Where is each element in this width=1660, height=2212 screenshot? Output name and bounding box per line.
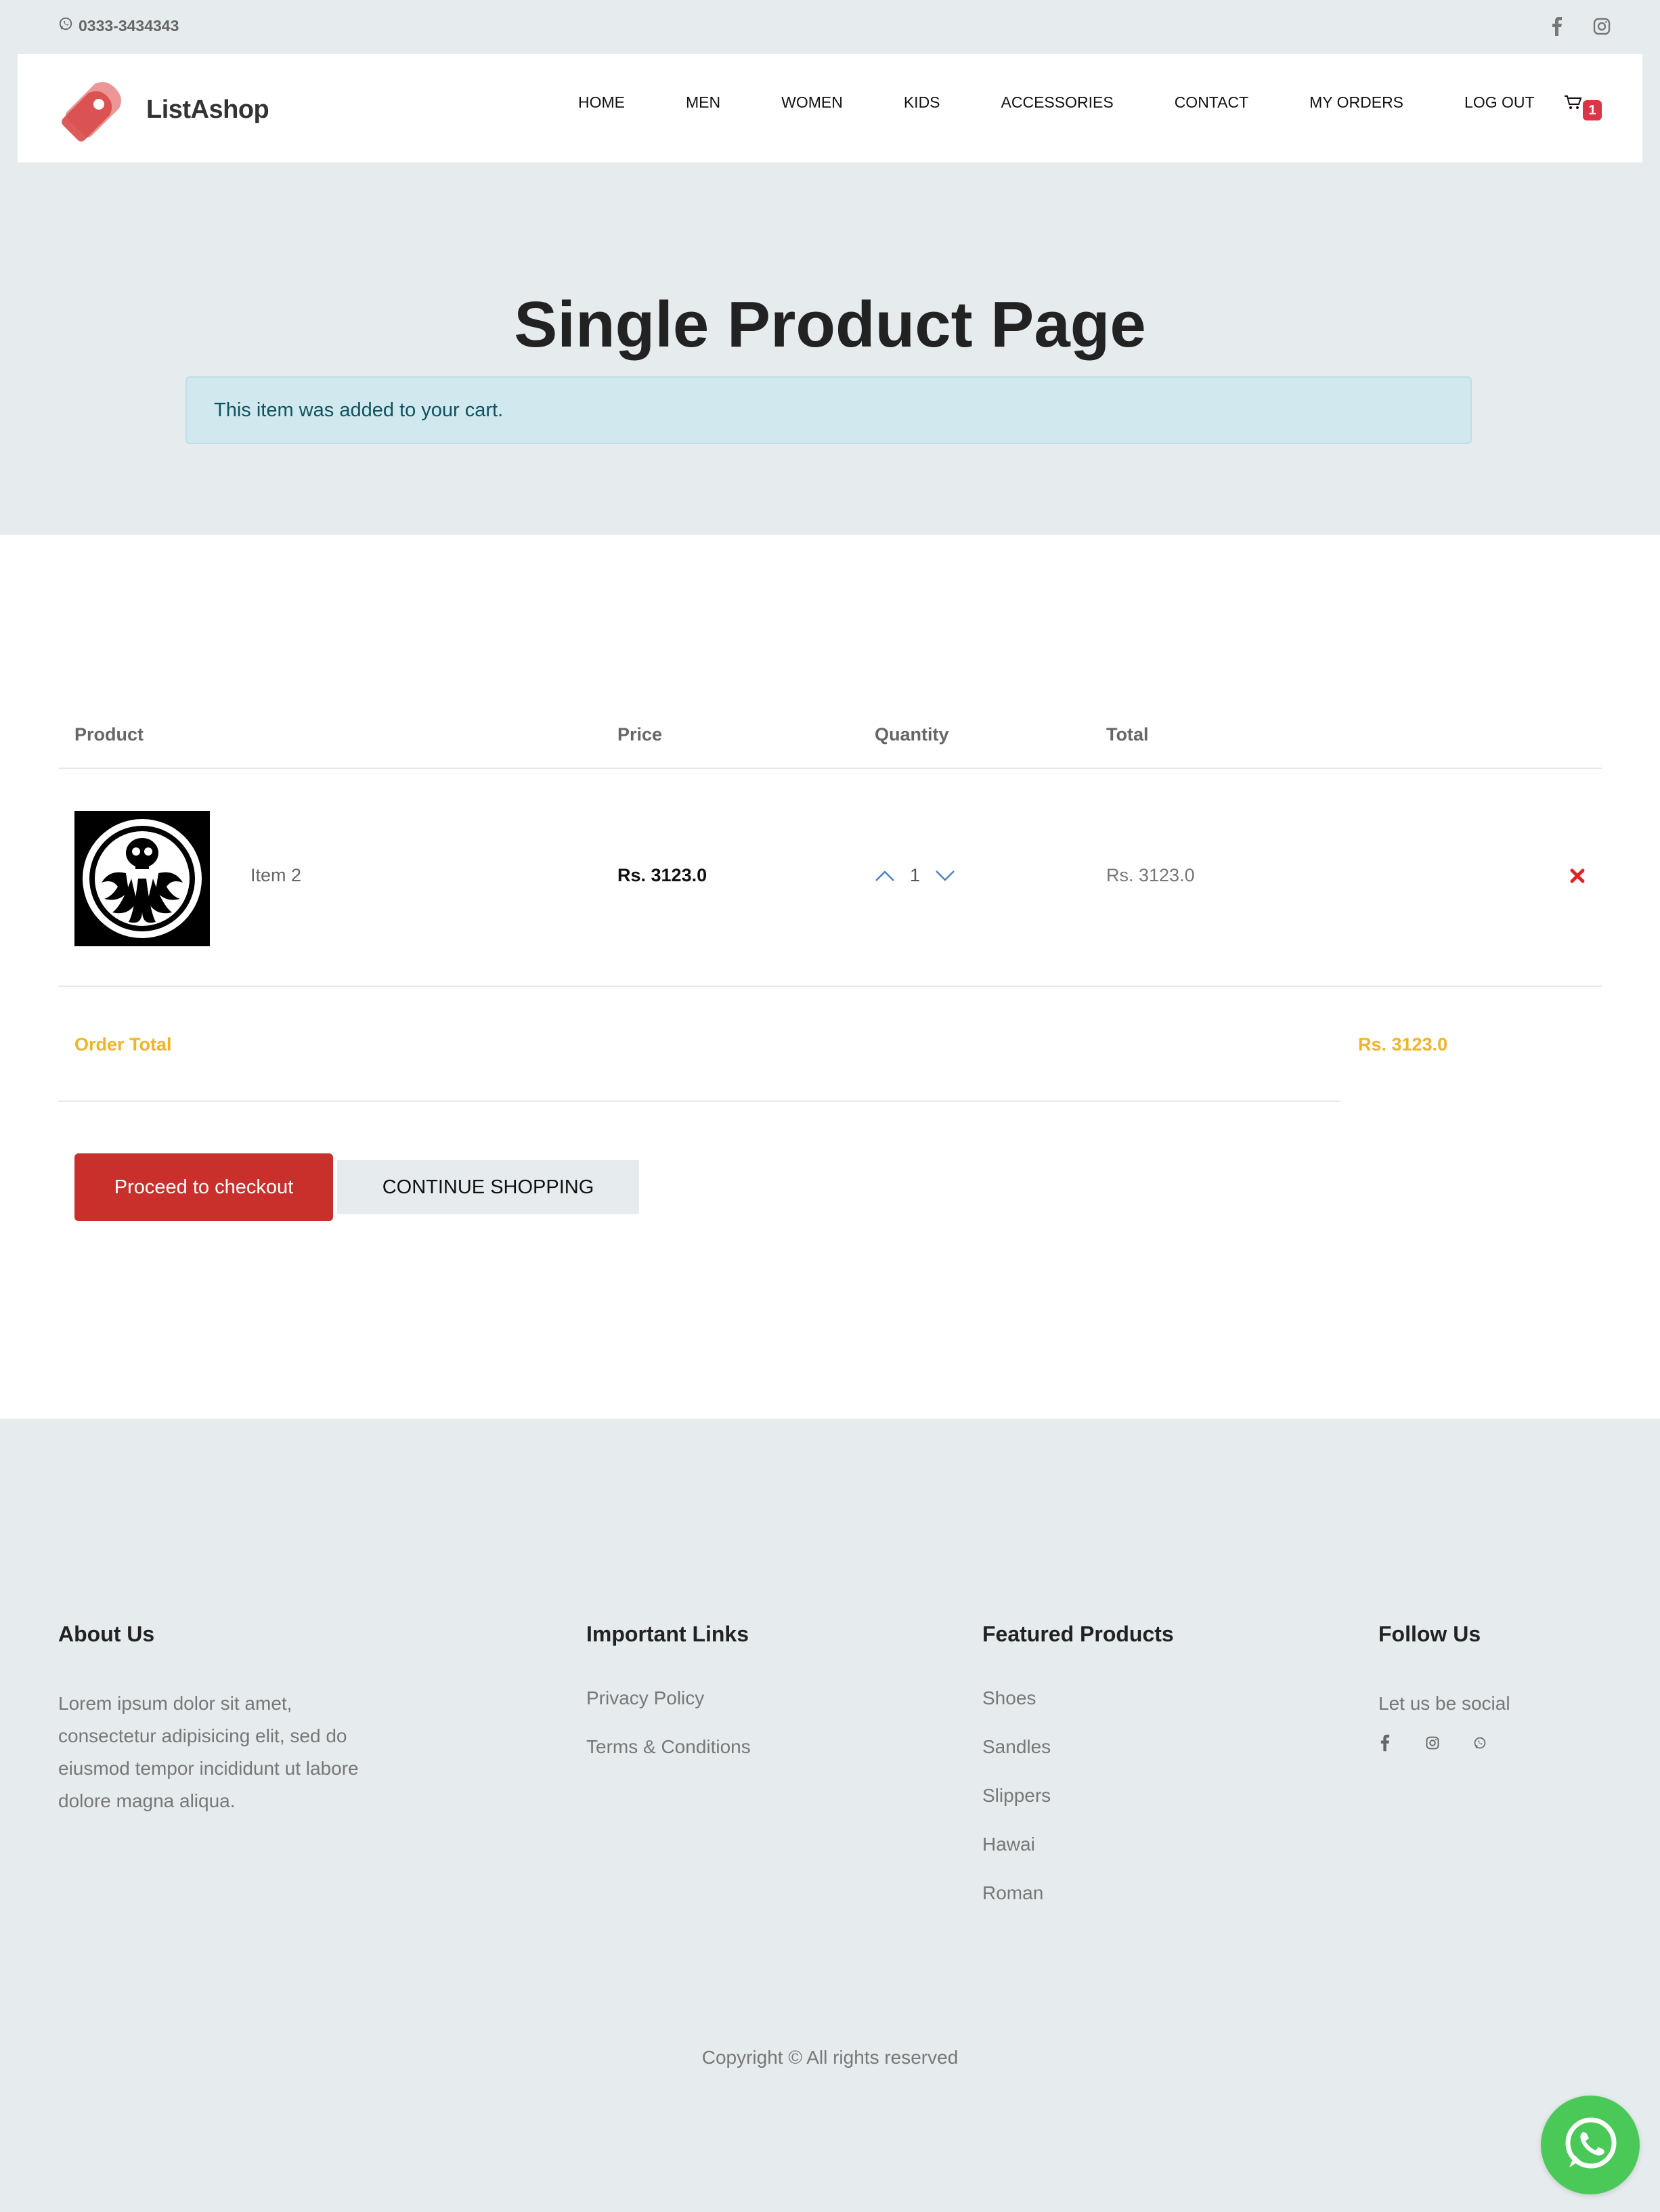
column-header-price: Price bbox=[617, 724, 663, 745]
phone-contact[interactable]: 0333-3434343 bbox=[58, 16, 179, 35]
brand-name: ListAshop bbox=[146, 95, 269, 124]
footer-featured-shoes[interactable]: Shoes bbox=[982, 1687, 1174, 1709]
tag-logo-icon bbox=[58, 73, 129, 147]
footer-links-title: Important Links bbox=[586, 1622, 749, 1646]
nav-accessories[interactable]: ACCESSORIES bbox=[1001, 93, 1114, 112]
footer-follow-text: Let us be social bbox=[1378, 1693, 1510, 1714]
footer-featured-roman[interactable]: Roman bbox=[982, 1882, 1174, 1904]
footer-link-privacy[interactable]: Privacy Policy bbox=[586, 1687, 751, 1709]
footer-follow: Follow Us Let us be social bbox=[1378, 1622, 1636, 1752]
footer-featured-hawai[interactable]: Hawai bbox=[982, 1834, 1174, 1855]
order-total-value: Rs. 3123.0 bbox=[1358, 1034, 1448, 1055]
top-bar: 0333-3434343 bbox=[0, 0, 1660, 54]
cart-button[interactable]: 1 bbox=[1564, 95, 1604, 122]
nav-women[interactable]: WOMEN bbox=[781, 93, 843, 112]
whatsapp-chat-button[interactable] bbox=[1541, 2096, 1640, 2194]
footer-about-text: Lorem ipsum dolor sit amet, consectetur … bbox=[58, 1693, 359, 1811]
footer-about-title: About Us bbox=[58, 1622, 155, 1646]
row-divider bbox=[58, 986, 1602, 987]
footer-featured-slippers[interactable]: Slippers bbox=[982, 1785, 1174, 1807]
topbar-social bbox=[1548, 15, 1611, 38]
quantity-value: 1 bbox=[910, 865, 921, 885]
remove-item-button[interactable] bbox=[1565, 865, 1590, 889]
footer-link-terms[interactable]: Terms & Conditions bbox=[586, 1736, 751, 1758]
footer-about: About Us Lorem ipsum dolor sit amet, con… bbox=[58, 1622, 383, 1817]
whatsapp-icon bbox=[1560, 2113, 1621, 2177]
hero-section: Single Product Page This item was added … bbox=[0, 162, 1660, 535]
footer-follow-title: Follow Us bbox=[1378, 1622, 1481, 1646]
cart-alert: This item was added to your cart. bbox=[185, 376, 1472, 444]
main-nav: HOME MEN WOMEN KIDS ACCESSORIES CONTACT … bbox=[578, 93, 1596, 112]
continue-shopping-button[interactable]: CONTINUE SHOPPING bbox=[337, 1160, 639, 1214]
footer-featured-title: Featured Products bbox=[982, 1622, 1174, 1646]
main-header: ListAshop HOME MEN WOMEN KIDS ACCESSORIE… bbox=[18, 54, 1642, 162]
whatsapp-icon[interactable] bbox=[1473, 1733, 1487, 1752]
close-icon bbox=[1570, 868, 1585, 887]
footer-featured-sandles[interactable]: Sandles bbox=[982, 1736, 1174, 1758]
footer-social-icons bbox=[1378, 1733, 1636, 1752]
phone-number: 0333-3434343 bbox=[79, 16, 179, 35]
nav-men[interactable]: MEN bbox=[686, 93, 720, 112]
footer-featured: Featured Products Shoes Sandles Slippers… bbox=[982, 1622, 1174, 1931]
total-divider bbox=[58, 1101, 1340, 1102]
checkout-button[interactable]: Proceed to checkout bbox=[74, 1153, 333, 1221]
copyright-text: Copyright © All rights reserved bbox=[701, 2047, 959, 2068]
nav-home[interactable]: HOME bbox=[578, 93, 625, 112]
footer-links: Important Links Privacy Policy Terms & C… bbox=[586, 1622, 751, 1785]
page-title: Single Product Page bbox=[514, 288, 1146, 361]
cart-count-badge: 1 bbox=[1583, 100, 1602, 120]
chevron-down-icon[interactable] bbox=[934, 866, 957, 886]
column-header-product: Product bbox=[74, 724, 144, 745]
quantity-stepper: 1 bbox=[873, 865, 957, 886]
product-name[interactable]: Item 2 bbox=[250, 865, 301, 886]
nav-contact[interactable]: CONTACT bbox=[1175, 93, 1248, 112]
facebook-icon[interactable] bbox=[1378, 1733, 1392, 1752]
header-divider bbox=[58, 768, 1602, 769]
cart-icon bbox=[1564, 95, 1583, 114]
nav-my-orders[interactable]: MY ORDERS bbox=[1309, 93, 1403, 112]
whatsapp-icon bbox=[58, 16, 73, 35]
nav-log-out[interactable]: LOG OUT bbox=[1464, 93, 1535, 112]
facebook-icon[interactable] bbox=[1548, 15, 1567, 38]
instagram-icon[interactable] bbox=[1592, 15, 1611, 38]
nav-kids[interactable]: KIDS bbox=[904, 93, 940, 112]
column-header-total: Total bbox=[1106, 724, 1149, 745]
logo[interactable]: ListAshop bbox=[58, 73, 269, 147]
footer: About Us Lorem ipsum dolor sit amet, con… bbox=[0, 1419, 1660, 2212]
product-thumbnail[interactable] bbox=[74, 811, 210, 946]
product-price: Rs. 3123.0 bbox=[617, 865, 707, 885]
order-total-label: Order Total bbox=[74, 1034, 172, 1055]
instagram-icon[interactable] bbox=[1426, 1733, 1439, 1752]
chevron-up-icon[interactable] bbox=[873, 866, 896, 886]
cart-section: Product Price Quantity Total Item 2 Rs. … bbox=[0, 535, 1660, 1419]
line-total: Rs. 3123.0 bbox=[1106, 865, 1195, 885]
column-header-quantity: Quantity bbox=[875, 724, 949, 745]
